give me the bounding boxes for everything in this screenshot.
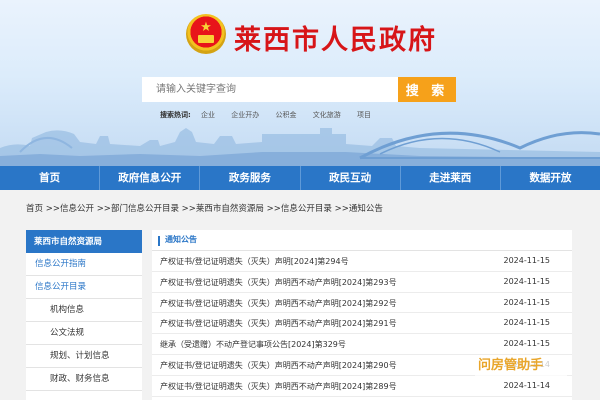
notice-title-link[interactable]: 产权证书/登记证明遗失（灭失）声明西不动产声明[2024]第292号 xyxy=(160,298,397,309)
list-item[interactable]: 产权证书/登记证明遗失（灭失）声明[2024]第294号 2024-11-15 xyxy=(152,251,572,272)
nav-home[interactable]: 首页 xyxy=(0,166,101,190)
notice-date: 2024-11-14 xyxy=(503,380,551,390)
sidebar-item-disclosure-guide[interactable]: 信息公开指南 xyxy=(26,253,142,276)
notice-date: 2024-11-15 xyxy=(503,339,551,349)
breadcrumb-separator: >> xyxy=(181,204,196,214)
watermark-logo: 问房管助手 xyxy=(475,355,567,377)
sidebar-item-documents-regulations[interactable]: 公文法规 xyxy=(26,322,142,345)
nav-gov-services[interactable]: 政务服务 xyxy=(200,166,301,190)
notice-date: 2024-11-15 xyxy=(503,276,551,286)
breadcrumb-separator: >> xyxy=(96,204,111,214)
list-item[interactable]: 产权证书/登记证明遗失（灭失）声明西不动产声明[2024]第289号 2024-… xyxy=(152,376,572,397)
nav-public-interaction[interactable]: 政民互动 xyxy=(301,166,401,190)
breadcrumb-item[interactable]: 部门信息公开目录 xyxy=(111,204,179,214)
breadcrumb-item-current[interactable]: 通知公告 xyxy=(349,204,383,214)
nav-about-laixi[interactable]: 走进莱西 xyxy=(401,166,501,190)
sidebar-heading: 莱西市自然资源局 xyxy=(26,230,142,253)
search-input[interactable] xyxy=(142,77,398,102)
breadcrumb: 首页 >>信息公开 >>部门信息公开目录 >>莱西市自然资源局 >>信息公开目录… xyxy=(26,202,383,214)
notice-date: 2024-11-15 xyxy=(503,318,551,328)
list-item[interactable]: 继承（受遗赠）不动产登记事项公告[2024]第329号 2024-11-15 xyxy=(152,334,572,355)
section-header: 通知公告 xyxy=(152,230,572,251)
breadcrumb-separator: >> xyxy=(266,204,281,214)
emblem-gate xyxy=(198,35,214,43)
notice-title-link[interactable]: 继承（受遗赠）不动产登记事项公告[2024]第329号 xyxy=(160,339,346,350)
section-title: 通知公告 xyxy=(165,235,197,244)
list-item[interactable]: 产权证书/登记证明遗失（灭失）声明西不动产声明[2024]第293号 2024-… xyxy=(152,272,572,293)
notice-date: 2024-11-15 xyxy=(503,297,551,307)
breadcrumb-item[interactable]: 莱西市自然资源局 xyxy=(196,204,264,214)
city-skyline-illustration xyxy=(0,128,600,166)
sidebar-item-org-info[interactable]: 机构信息 xyxy=(26,299,142,322)
notice-title-link[interactable]: 产权证书/登记证明遗失（灭失）声明西不动产声明[2024]第293号 xyxy=(160,277,397,288)
sidebar: 莱西市自然资源局 信息公开指南 信息公开目录 机构信息 公文法规 规划、计划信息… xyxy=(26,230,142,400)
sidebar-item-finance[interactable]: 财政、财务信息 xyxy=(26,368,142,391)
header-banner: ★ 莱西市人民政府 搜 索 搜索热词: 企业 企业开办 公积金 文化旅游 项目 xyxy=(0,0,600,166)
notice-title-link[interactable]: 产权证书/登记证明遗失（灭失）声明西不动产声明[2024]第289号 xyxy=(160,381,397,392)
breadcrumb-separator: >> xyxy=(334,204,349,214)
breadcrumb-separator: >> xyxy=(45,204,60,214)
list-item[interactable]: 产权证书/登记证明遗失（灭失）声明西不动产声明[2024]第292号 2024-… xyxy=(152,293,572,314)
breadcrumb-item[interactable]: 信息公开目录 xyxy=(281,204,332,214)
notice-title-link[interactable]: 产权证书/登记证明遗失（灭失）声明[2024]第294号 xyxy=(160,256,349,267)
nav-open-data[interactable]: 数据开放 xyxy=(501,166,600,190)
breadcrumb-item[interactable]: 信息公开 xyxy=(60,204,94,214)
section-marker xyxy=(158,236,160,246)
sidebar-item-plans[interactable]: 规划、计划信息 xyxy=(26,345,142,368)
notice-title-link[interactable]: 产权证书/登记证明遗失（灭失）声明西不动产声明[2024]第291号 xyxy=(160,318,397,329)
breadcrumb-item[interactable]: 首页 xyxy=(26,204,43,214)
national-emblem-icon: ★ xyxy=(186,14,226,54)
sidebar-item-disclosure-catalog[interactable]: 信息公开目录 xyxy=(26,276,142,299)
list-item[interactable]: 产权证书/登记证明遗失（灭失）声明西不动产声明[2024]第291号 2024-… xyxy=(152,313,572,335)
notice-title-link[interactable]: 产权证书/登记证明遗失（灭失）声明西不动产声明[2024]第290号 xyxy=(160,360,397,371)
emblem-star: ★ xyxy=(200,20,212,35)
site-title[interactable]: 莱西市人民政府 xyxy=(234,18,437,57)
notice-date: 2024-11-15 xyxy=(503,256,551,265)
search-button[interactable]: 搜 索 xyxy=(398,77,456,102)
nav-gov-info-disclosure[interactable]: 政府信息公开 xyxy=(100,166,201,190)
main-nav: 首页 政府信息公开 政务服务 政民互动 走进莱西 数据开放 xyxy=(0,166,600,190)
